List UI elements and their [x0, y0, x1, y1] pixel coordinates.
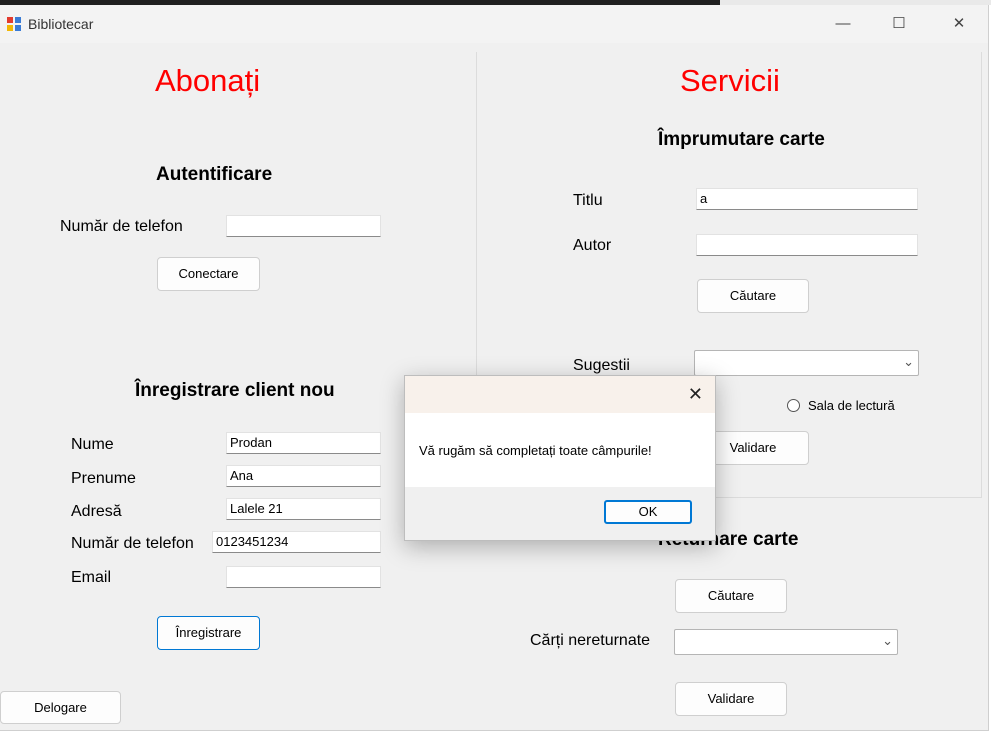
- reading-room-radio[interactable]: [787, 399, 800, 412]
- reading-room-label: Sala de lectură: [808, 398, 895, 413]
- email-input[interactable]: [226, 566, 381, 588]
- email-label: Email: [71, 569, 112, 586]
- message-dialog: ✕ Vă rugăm să completați toate câmpurile…: [404, 375, 716, 541]
- borrow-heading: Împrumutare carte: [658, 129, 825, 150]
- address-input[interactable]: Lalele 21: [226, 498, 381, 520]
- logout-button[interactable]: Delogare: [0, 691, 121, 724]
- dialog-message: Vă rugăm să completați toate câmpurile!: [419, 443, 652, 458]
- author-label: Autor: [573, 237, 612, 254]
- dialog-title-bar: ✕: [405, 376, 715, 413]
- services-heading: Servicii: [680, 63, 780, 98]
- register-button[interactable]: Înregistrare: [157, 616, 260, 650]
- close-icon[interactable]: ✕: [688, 384, 703, 405]
- login-phone-input[interactable]: [226, 215, 381, 237]
- unreturned-label: Cărți nereturnate: [530, 632, 651, 649]
- book-title-input[interactable]: a: [696, 188, 918, 210]
- services-group-border-right: [981, 52, 982, 498]
- register-phone-label: Număr de telefon: [71, 535, 194, 552]
- author-input[interactable]: [696, 234, 918, 256]
- main-window: Bibliotecar — ☐ ✕ Abonați Autentificare …: [0, 5, 989, 731]
- book-title-label: Titlu: [573, 192, 603, 209]
- close-window-button[interactable]: ✕: [936, 5, 982, 43]
- title-bar: Bibliotecar — ☐ ✕: [0, 5, 988, 43]
- search-book-button[interactable]: Căutare: [697, 279, 809, 313]
- minimize-button[interactable]: —: [820, 5, 866, 43]
- app-icon: [7, 17, 21, 31]
- connect-button[interactable]: Conectare: [157, 257, 260, 291]
- suggestions-dropdown[interactable]: ⌄: [694, 350, 919, 376]
- validate-return-button[interactable]: Validare: [675, 682, 787, 716]
- firstname-input[interactable]: Ana: [226, 465, 381, 487]
- window-title: Bibliotecar: [28, 16, 94, 32]
- ok-button[interactable]: OK: [604, 500, 692, 524]
- suggestions-label: Sugestii: [573, 357, 630, 374]
- login-phone-label: Număr de telefon: [60, 218, 183, 235]
- register-heading: Înregistrare client nou: [135, 380, 335, 401]
- register-phone-input[interactable]: 0123451234: [212, 531, 381, 553]
- chevron-down-icon: ⌄: [882, 633, 893, 648]
- maximize-button[interactable]: ☐: [876, 5, 922, 43]
- chevron-down-icon: ⌄: [903, 354, 914, 369]
- firstname-label: Prenume: [71, 470, 136, 487]
- name-input[interactable]: Prodan: [226, 432, 381, 454]
- address-label: Adresă: [71, 503, 122, 520]
- subscribers-heading: Abonați: [155, 63, 261, 98]
- search-return-button[interactable]: Căutare: [675, 579, 787, 613]
- unreturned-dropdown[interactable]: ⌄: [674, 629, 898, 655]
- name-label: Nume: [71, 436, 114, 453]
- login-heading: Autentificare: [156, 164, 273, 185]
